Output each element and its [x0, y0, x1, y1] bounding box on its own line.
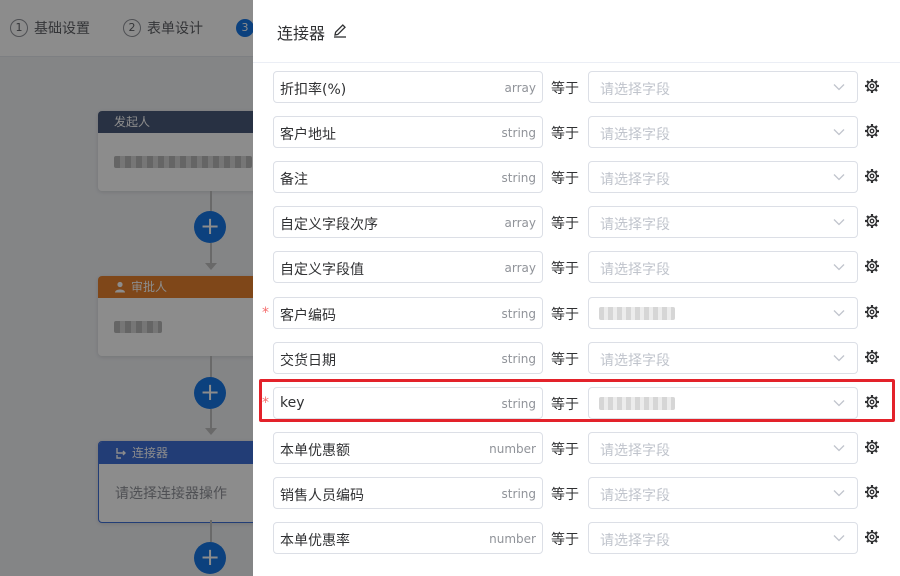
- field-name: 自定义字段值: [280, 262, 364, 278]
- blurred-selected-value: [599, 307, 675, 320]
- chevron-down-icon: [833, 219, 845, 226]
- field-name: 客户编码: [280, 308, 336, 324]
- mapping-row: 折扣率(%) array 等于 请选择字段: [253, 71, 900, 103]
- gear-icon[interactable]: [864, 213, 880, 229]
- field-name: 本单优惠额: [280, 443, 350, 459]
- mapping-row: 本单优惠率 number 等于 请选择字段: [253, 522, 900, 554]
- field-select[interactable]: 请选择字段: [588, 71, 858, 103]
- field-name-box[interactable]: 客户地址 string: [273, 116, 543, 148]
- mapping-row: * 客户编码 string 等于: [253, 297, 900, 329]
- field-select[interactable]: 请选择字段: [588, 477, 858, 509]
- operator-label: 等于: [551, 442, 579, 458]
- operator-label: 等于: [551, 171, 579, 187]
- field-name-box[interactable]: 本单优惠额 number: [273, 432, 543, 464]
- gear-icon[interactable]: [864, 78, 880, 94]
- operator-label: 等于: [551, 352, 579, 368]
- field-type: string: [501, 171, 536, 185]
- field-name-box[interactable]: 自定义字段值 array: [273, 251, 543, 283]
- chevron-down-icon: [833, 310, 845, 317]
- select-placeholder: 请选择字段: [600, 262, 670, 278]
- select-placeholder: 请选择字段: [600, 217, 670, 233]
- field-select[interactable]: [588, 297, 858, 329]
- field-select[interactable]: 请选择字段: [588, 432, 858, 464]
- field-type: number: [489, 442, 536, 456]
- field-type: number: [489, 532, 536, 546]
- field-select[interactable]: 请选择字段: [588, 251, 858, 283]
- drawer-title: 连接器: [277, 24, 326, 43]
- highlight-box: [259, 379, 895, 422]
- field-name: 本单优惠率: [280, 533, 350, 549]
- field-name-box[interactable]: 自定义字段次序 array: [273, 206, 543, 238]
- mapping-row: 客户地址 string 等于 请选择字段: [253, 116, 900, 148]
- field-select[interactable]: 请选择字段: [588, 206, 858, 238]
- gear-icon[interactable]: [864, 168, 880, 184]
- operator-label: 等于: [551, 307, 579, 323]
- field-select[interactable]: 请选择字段: [588, 522, 858, 554]
- field-type: string: [501, 126, 536, 140]
- required-asterisk: *: [262, 305, 269, 321]
- chevron-down-icon: [833, 174, 845, 181]
- gear-icon[interactable]: [864, 529, 880, 545]
- gear-icon[interactable]: [864, 304, 880, 320]
- field-select[interactable]: 请选择字段: [588, 116, 858, 148]
- edit-icon[interactable]: [332, 22, 348, 38]
- mapping-row: 备注 string 等于 请选择字段: [253, 161, 900, 193]
- field-name-box[interactable]: 折扣率(%) array: [273, 71, 543, 103]
- field-type: array: [504, 81, 536, 95]
- field-name-box[interactable]: 交货日期 string: [273, 342, 543, 374]
- field-name: 销售人员编码: [280, 488, 364, 504]
- gear-icon[interactable]: [864, 439, 880, 455]
- operator-label: 等于: [551, 216, 579, 232]
- field-type: string: [501, 487, 536, 501]
- operator-label: 等于: [551, 81, 579, 97]
- chevron-down-icon: [833, 490, 845, 497]
- gear-icon[interactable]: [864, 258, 880, 274]
- operator-label: 等于: [551, 126, 579, 142]
- field-type: array: [504, 261, 536, 275]
- chevron-down-icon: [833, 445, 845, 452]
- drawer-header: 连接器: [253, 0, 900, 63]
- field-name: 折扣率(%): [280, 82, 347, 98]
- field-select[interactable]: 请选择字段: [588, 342, 858, 374]
- field-type: string: [501, 352, 536, 366]
- mapping-row: 交货日期 string 等于 请选择字段: [253, 342, 900, 374]
- mapping-row: 销售人员编码 string 等于 请选择字段: [253, 477, 900, 509]
- field-name: 交货日期: [280, 353, 336, 369]
- gear-icon[interactable]: [864, 349, 880, 365]
- operator-label: 等于: [551, 261, 579, 277]
- connector-drawer: 连接器 折扣率(%) array 等于 请选择字段 客户地址 string 等于…: [253, 0, 900, 576]
- chevron-down-icon: [833, 84, 845, 91]
- field-name-box[interactable]: 客户编码 string: [273, 297, 543, 329]
- chevron-down-icon: [833, 264, 845, 271]
- select-placeholder: 请选择字段: [600, 443, 670, 459]
- select-placeholder: 请选择字段: [600, 82, 670, 98]
- chevron-down-icon: [833, 535, 845, 542]
- chevron-down-icon: [833, 129, 845, 136]
- operator-label: 等于: [551, 532, 579, 548]
- chevron-down-icon: [833, 355, 845, 362]
- field-name-box[interactable]: 备注 string: [273, 161, 543, 193]
- field-type: array: [504, 216, 536, 230]
- mapping-row: 自定义字段次序 array 等于 请选择字段: [253, 206, 900, 238]
- operator-label: 等于: [551, 487, 579, 503]
- field-select[interactable]: 请选择字段: [588, 161, 858, 193]
- field-type: string: [501, 307, 536, 321]
- field-name: 客户地址: [280, 127, 336, 143]
- mapping-row: 自定义字段值 array 等于 请选择字段: [253, 251, 900, 283]
- select-placeholder: 请选择字段: [600, 488, 670, 504]
- field-name: 自定义字段次序: [280, 217, 378, 233]
- select-placeholder: 请选择字段: [600, 172, 670, 188]
- gear-icon[interactable]: [864, 484, 880, 500]
- select-placeholder: 请选择字段: [600, 127, 670, 143]
- mapping-row: 本单优惠额 number 等于 请选择字段: [253, 432, 900, 464]
- gear-icon[interactable]: [864, 123, 880, 139]
- select-placeholder: 请选择字段: [600, 533, 670, 549]
- select-placeholder: 请选择字段: [600, 353, 670, 369]
- field-name-box[interactable]: 本单优惠率 number: [273, 522, 543, 554]
- field-name-box[interactable]: 销售人员编码 string: [273, 477, 543, 509]
- field-name: 备注: [280, 172, 308, 188]
